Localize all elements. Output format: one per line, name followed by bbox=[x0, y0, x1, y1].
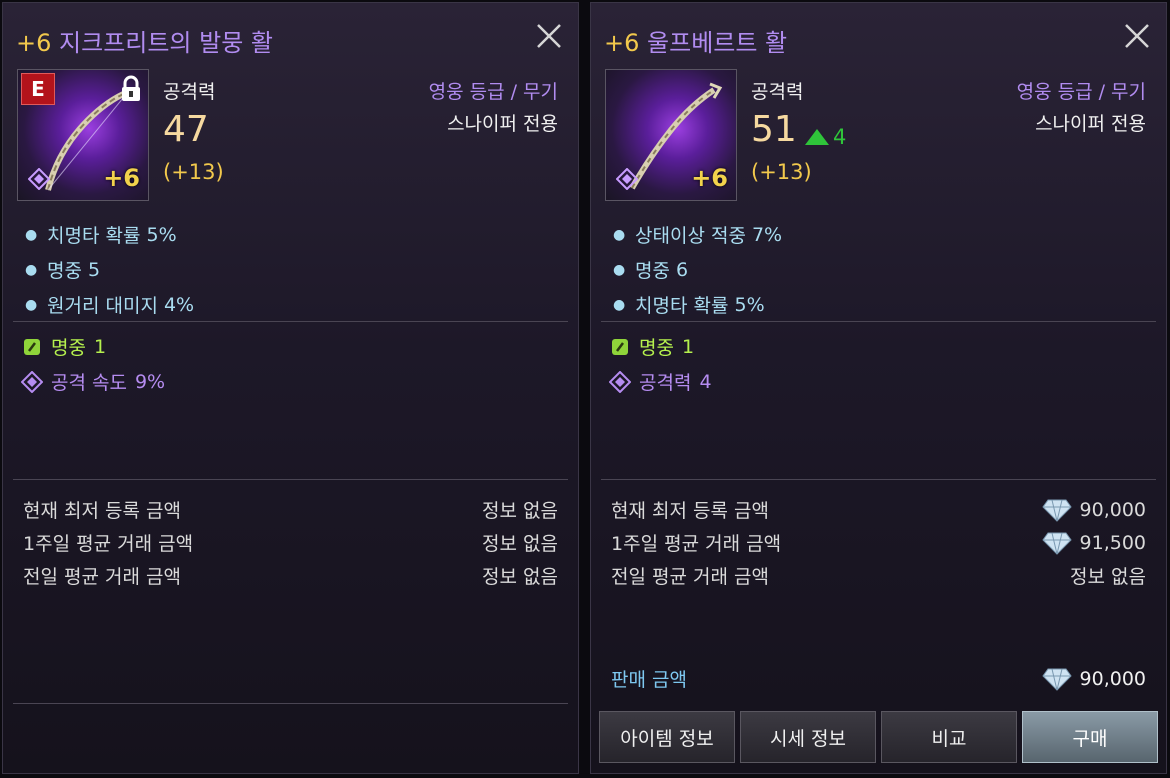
sell-value: 90,000 bbox=[1079, 667, 1146, 690]
scroll-icon bbox=[612, 338, 628, 355]
close-icon bbox=[1125, 24, 1149, 48]
item-icon[interactable]: +6 bbox=[605, 69, 737, 201]
option-item: ● 명중 6 bbox=[613, 258, 689, 283]
stat-increase: 4 bbox=[805, 125, 846, 149]
extra-options: 명중 1 공격 속도 9% bbox=[21, 329, 165, 399]
divider bbox=[601, 479, 1156, 480]
stat-bonus: (+13) bbox=[751, 160, 812, 184]
rune-gem-icon bbox=[28, 168, 50, 190]
item-name: 울프베르트 활 bbox=[647, 29, 788, 57]
buy-button[interactable]: 구매 bbox=[1022, 711, 1158, 763]
item-tooltip-left: +6 지크프리트의 발뭉 활 E +6 공격력 47 (+13) 영웅 등급 /… bbox=[2, 2, 579, 774]
extra-option-purple: 공격력 4 bbox=[609, 364, 712, 399]
class-restriction: 스나이퍼 전용 bbox=[447, 113, 558, 135]
stat-label: 공격력 bbox=[163, 81, 216, 103]
enhance-badge: +6 bbox=[691, 164, 728, 192]
close-icon bbox=[537, 24, 561, 48]
diamond-currency-icon bbox=[1041, 499, 1072, 522]
market-info-button[interactable]: 시세 정보 bbox=[740, 711, 876, 763]
diamond-currency-icon bbox=[1041, 532, 1072, 555]
extra-options: 명중 1 공격력 4 bbox=[609, 329, 712, 399]
class-restriction: 스나이퍼 전용 bbox=[1035, 113, 1146, 135]
up-arrow-icon bbox=[805, 129, 829, 145]
extra-option-green: 명중 1 bbox=[609, 329, 712, 364]
close-button[interactable] bbox=[1124, 23, 1150, 49]
stat-label: 공격력 bbox=[751, 81, 804, 103]
extra-option-green: 명중 1 bbox=[21, 329, 165, 364]
compare-button[interactable]: 비교 bbox=[881, 711, 1017, 763]
option-item: ● 치명타 확률 5% bbox=[613, 293, 765, 318]
item-icon[interactable]: E +6 bbox=[17, 69, 149, 201]
option-item: ● 명중 5 bbox=[25, 258, 101, 283]
diamond-currency-icon bbox=[1041, 668, 1072, 691]
extra-option-purple: 공격 속도 9% bbox=[21, 364, 165, 399]
diamond-rune-icon bbox=[21, 370, 43, 393]
price-list: 현재 최저 등록 금액 90,000 1주일 평균 거래 금액 91,500 전… bbox=[611, 493, 1146, 592]
divider bbox=[13, 479, 568, 480]
option-item: ● 치명타 확률 5% bbox=[25, 223, 177, 248]
diamond-rune-icon bbox=[609, 370, 631, 393]
price-row: 전일 평균 거래 금액 정보 없음 bbox=[611, 566, 1146, 588]
sell-price: 판매 금액 90,000 bbox=[611, 665, 1146, 692]
price-row: 1주일 평균 거래 금액 정보 없음 bbox=[23, 533, 558, 555]
price-row: 현재 최저 등록 금액 정보 없음 bbox=[23, 500, 558, 522]
divider bbox=[13, 321, 568, 322]
enhance-badge: +6 bbox=[103, 164, 140, 192]
sell-label: 판매 금액 bbox=[611, 669, 687, 691]
close-button[interactable] bbox=[536, 23, 562, 49]
item-name: 지크프리트의 발뭉 활 bbox=[59, 29, 274, 57]
action-buttons: 아이템 정보 시세 정보 비교 구매 bbox=[599, 711, 1158, 763]
lock-icon bbox=[122, 75, 140, 101]
price-row: 전일 평균 거래 금액 정보 없음 bbox=[23, 566, 558, 588]
stat-diff: 4 bbox=[833, 125, 847, 149]
option-list: ● 상태이상 적중 7% ● 명중 6 ● 치명타 확률 5% bbox=[613, 217, 782, 322]
stat-value: 47 bbox=[163, 109, 209, 150]
item-title: +6 지크프리트의 발뭉 활 bbox=[16, 23, 273, 58]
enhance-level: +6 bbox=[16, 29, 52, 57]
item-tooltip-right: +6 울프베르트 활 +6 공격력 51 4 (+13) 영웅 등급 / 무기 … bbox=[590, 2, 1167, 774]
price-list: 현재 최저 등록 금액 정보 없음 1주일 평균 거래 금액 정보 없음 전일 평균… bbox=[23, 493, 558, 592]
option-item: ● 상태이상 적중 7% bbox=[613, 223, 783, 248]
scroll-icon bbox=[24, 338, 40, 355]
divider bbox=[601, 321, 1156, 322]
price-row: 1주일 평균 거래 금액 91,500 bbox=[611, 531, 1146, 556]
grade-badge: E bbox=[21, 73, 55, 105]
grade-category: 영웅 등급 / 무기 bbox=[428, 81, 558, 103]
item-info-button[interactable]: 아이템 정보 bbox=[599, 711, 735, 763]
enhance-level: +6 bbox=[604, 29, 640, 57]
option-list: ● 치명타 확률 5% ● 명중 5 ● 원거리 대미지 4% bbox=[25, 217, 194, 322]
rune-gem-icon bbox=[616, 168, 638, 190]
stat-value: 51 bbox=[751, 109, 797, 150]
price-row: 현재 최저 등록 금액 90,000 bbox=[611, 498, 1146, 523]
grade-category: 영웅 등급 / 무기 bbox=[1016, 81, 1146, 103]
item-title: +6 울프베르트 활 bbox=[604, 23, 787, 58]
stat-bonus: (+13) bbox=[163, 160, 224, 184]
divider bbox=[13, 703, 568, 704]
option-item: ● 원거리 대미지 4% bbox=[25, 293, 195, 318]
